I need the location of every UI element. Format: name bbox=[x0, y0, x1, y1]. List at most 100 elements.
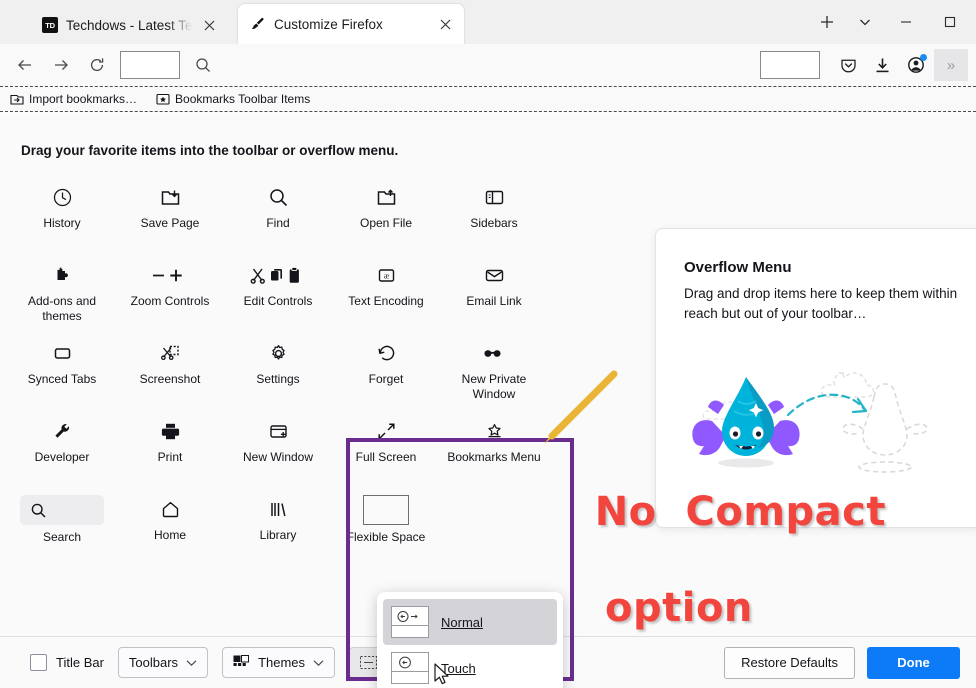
palette-item-search-bar[interactable]: Search bbox=[8, 485, 116, 563]
palette-item-label: Edit Controls bbox=[243, 294, 313, 308]
window-controls bbox=[884, 0, 972, 44]
palette-item-screenshot[interactable]: Screenshot bbox=[116, 329, 224, 407]
techdows-favicon: TD bbox=[42, 17, 58, 33]
reload-button[interactable] bbox=[80, 49, 114, 81]
gear-icon bbox=[224, 339, 332, 367]
search-icon[interactable] bbox=[186, 49, 220, 81]
svg-text:æ: æ bbox=[383, 271, 389, 280]
toolbars-dropdown-button[interactable]: Toolbars bbox=[117, 647, 209, 678]
puzzle-piece-icon bbox=[8, 261, 116, 289]
title-bar-checkbox[interactable]: Title Bar bbox=[30, 654, 104, 671]
palette-item-label: Synced Tabs bbox=[27, 372, 97, 386]
magnifier-icon bbox=[224, 183, 332, 211]
palette-item-home[interactable]: Home bbox=[116, 485, 224, 563]
palette-item-label: New Private Window bbox=[461, 372, 527, 401]
import-icon bbox=[9, 92, 24, 107]
new-window-icon bbox=[224, 417, 332, 445]
chevron-down-icon bbox=[186, 659, 197, 667]
navbar-right-controls: » bbox=[760, 49, 968, 81]
bookmark-import-bookmarks[interactable]: Import bookmarks… bbox=[6, 90, 140, 109]
navigation-toolbar: » bbox=[0, 44, 976, 86]
palette-item-open-file[interactable]: Open File bbox=[332, 173, 440, 251]
pocket-save-icon[interactable] bbox=[832, 49, 864, 81]
palette-item-label: History bbox=[43, 216, 81, 230]
palette-item-label: Library bbox=[259, 528, 297, 542]
forward-button[interactable] bbox=[44, 49, 78, 81]
secondary-toolbar-input[interactable] bbox=[760, 51, 820, 79]
list-all-tabs-button[interactable] bbox=[846, 3, 884, 41]
palette-item-forget[interactable]: Forget bbox=[332, 329, 440, 407]
density-icon bbox=[360, 656, 378, 669]
palette-item-new-window[interactable]: New Window bbox=[224, 407, 332, 485]
palette-item-settings[interactable]: Settings bbox=[224, 329, 332, 407]
palette-item-full-screen[interactable]: Full Screen bbox=[332, 407, 440, 485]
zoom-minus-plus-icon bbox=[116, 261, 224, 289]
annotation-text-line2: option bbox=[604, 584, 754, 633]
palette-item-label: Sidebars bbox=[470, 216, 518, 230]
themes-dropdown-button[interactable]: Themes bbox=[222, 647, 336, 678]
maximize-button[interactable] bbox=[928, 0, 972, 44]
browser-tab-customize-firefox[interactable]: Customize Firefox bbox=[238, 4, 464, 44]
address-bar-input[interactable] bbox=[120, 51, 180, 79]
title-bar-label: Title Bar bbox=[56, 655, 104, 670]
tab-title: Techdows - Latest Technology N bbox=[66, 17, 192, 33]
library-icon bbox=[224, 495, 332, 523]
palette-item-label: Flexible Space bbox=[346, 530, 426, 544]
open-file-icon bbox=[332, 183, 440, 211]
palette-item-bookmarks-menu[interactable]: Bookmarks Menu bbox=[440, 407, 548, 485]
density-option-touch[interactable]: Touch bbox=[383, 645, 557, 688]
palette-item-edit-controls[interactable]: Edit Controls bbox=[224, 251, 332, 329]
palette-item-library[interactable]: Library bbox=[224, 485, 332, 563]
palette-item-label: Zoom Controls bbox=[130, 294, 210, 308]
tab-close-icon[interactable] bbox=[436, 15, 454, 33]
palette-item-label: Screenshot bbox=[139, 372, 201, 386]
overflow-panel-title: Overflow Menu bbox=[684, 259, 792, 276]
density-dropdown-menu[interactable]: Normal Touch ✓ Use Touch for Ta bbox=[377, 592, 563, 688]
downloads-icon[interactable] bbox=[866, 49, 898, 81]
tab-close-icon[interactable] bbox=[200, 16, 218, 34]
palette-item-new-private-window[interactable]: New Private Window bbox=[440, 329, 548, 407]
palette-item-zoom-controls[interactable]: Zoom Controls bbox=[116, 251, 224, 329]
bookmark-bookmarks-toolbar-items[interactable]: Bookmarks Toolbar Items bbox=[152, 90, 313, 109]
minimize-button[interactable] bbox=[884, 0, 928, 44]
forget-history-icon bbox=[332, 339, 440, 367]
palette-item-developer[interactable]: Developer bbox=[8, 407, 116, 485]
bookmark-label: Import bookmarks… bbox=[29, 92, 138, 106]
palette-item-sidebars[interactable]: Sidebars bbox=[440, 173, 548, 251]
overflow-panel-description: Drag and drop items here to keep them wi… bbox=[684, 286, 958, 321]
browser-tab-techdows[interactable]: TD Techdows - Latest Technology N bbox=[30, 6, 228, 44]
annotation-text-line1: No Compact bbox=[593, 488, 887, 537]
overflow-menu-button[interactable]: » bbox=[934, 49, 968, 81]
normal-density-thumb bbox=[391, 606, 429, 638]
chevron-down-icon bbox=[313, 659, 324, 667]
palette-item-text-encoding[interactable]: æ Text Encoding bbox=[332, 251, 440, 329]
account-notification-badge bbox=[920, 54, 927, 61]
paintbrush-icon bbox=[250, 16, 266, 32]
flexible-space-widget bbox=[363, 495, 409, 525]
bookmark-label: Bookmarks Toolbar Items bbox=[175, 92, 311, 106]
tabstrip-controls bbox=[808, 0, 976, 44]
palette-item-email-link[interactable]: Email Link bbox=[440, 251, 548, 329]
palette-item-find[interactable]: Find bbox=[224, 173, 332, 251]
palette-item-flexible-space[interactable]: Flexible Space bbox=[332, 485, 440, 563]
palette-item-synced-tabs[interactable]: Synced Tabs bbox=[8, 329, 116, 407]
back-button[interactable] bbox=[8, 49, 42, 81]
palette-item-label: Print bbox=[157, 450, 183, 464]
touch-density-thumb bbox=[391, 652, 429, 684]
palette-item-addons-and-themes[interactable]: Add-ons and themes bbox=[8, 251, 116, 329]
palette-item-history[interactable]: History bbox=[8, 173, 116, 251]
wrench-icon bbox=[8, 417, 116, 445]
palette-item-label: Search bbox=[42, 530, 82, 544]
palette-item-save-page[interactable]: Save Page bbox=[116, 173, 224, 251]
account-avatar-icon[interactable] bbox=[900, 49, 932, 81]
search-bar-widget bbox=[20, 495, 104, 525]
firefox-customize-window: TD Techdows - Latest Technology N Custom… bbox=[0, 0, 976, 688]
toolbars-label: Toolbars bbox=[128, 655, 179, 670]
customize-hint: Drag your favorite items into the toolba… bbox=[21, 143, 399, 158]
palette-item-label: Email Link bbox=[466, 294, 522, 308]
palette-item-print[interactable]: Print bbox=[116, 407, 224, 485]
density-option-normal[interactable]: Normal bbox=[383, 599, 557, 645]
new-tab-button[interactable] bbox=[808, 3, 846, 41]
screenshot-icon bbox=[116, 339, 224, 367]
density-normal-text: Normal bbox=[441, 614, 483, 630]
